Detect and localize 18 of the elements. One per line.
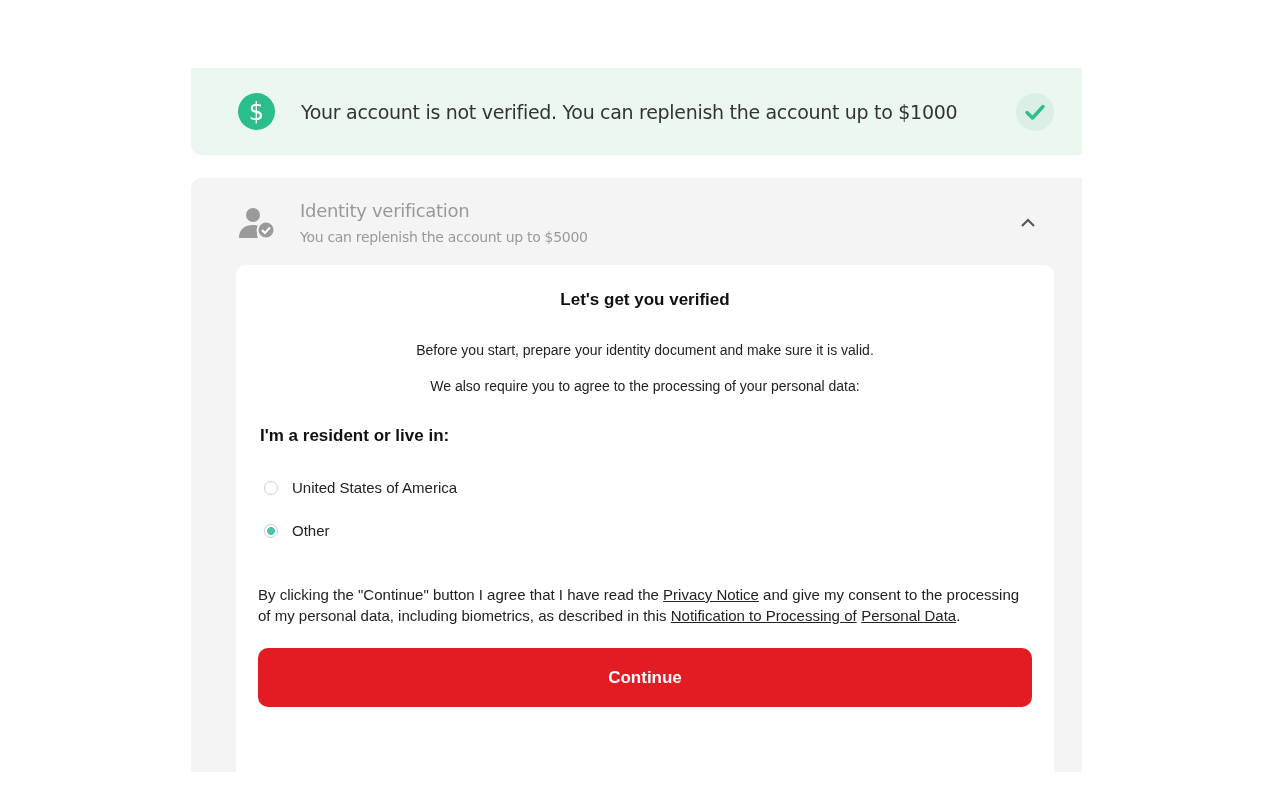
- option-label[interactable]: Other: [292, 522, 330, 539]
- radio-button[interactable]: [264, 523, 278, 538]
- banner-message: Your account is not verified. You can replenish the account up to $1000: [301, 100, 959, 123]
- instruction-text: We also require you to agree to the processing of your personal data:: [429, 378, 861, 394]
- consent-text: By clicking the "Continue" button I agree that I have read the Privacy Notice and give my consent to the processing of my personal data, including biometrics, as described in this Notification to Processing of Personal Data.: [258, 585, 1021, 626]
- document-link[interactable]: Notification to Processing of: [670, 607, 857, 624]
- user-check-icon: [238, 206, 276, 239]
- option-label[interactable]: United States of America: [292, 479, 458, 496]
- check-icon: [1016, 92, 1054, 131]
- continue-button[interactable]: Continue: [258, 648, 1032, 707]
- section-subtitle: You can replenish the account up to $5000: [300, 229, 589, 245]
- document-link[interactable]: Privacy Notice: [663, 586, 759, 603]
- section-title: Identity verification: [300, 200, 471, 221]
- card-title: Let's get you verified: [559, 290, 731, 310]
- residence-question: I'm a resident or live in:: [259, 426, 451, 446]
- dollar-icon: $: [238, 93, 275, 130]
- instruction-text: Before you start, prepare your identity document and make sure it is valid.: [415, 342, 875, 358]
- chevron-icon[interactable]: [1020, 217, 1036, 228]
